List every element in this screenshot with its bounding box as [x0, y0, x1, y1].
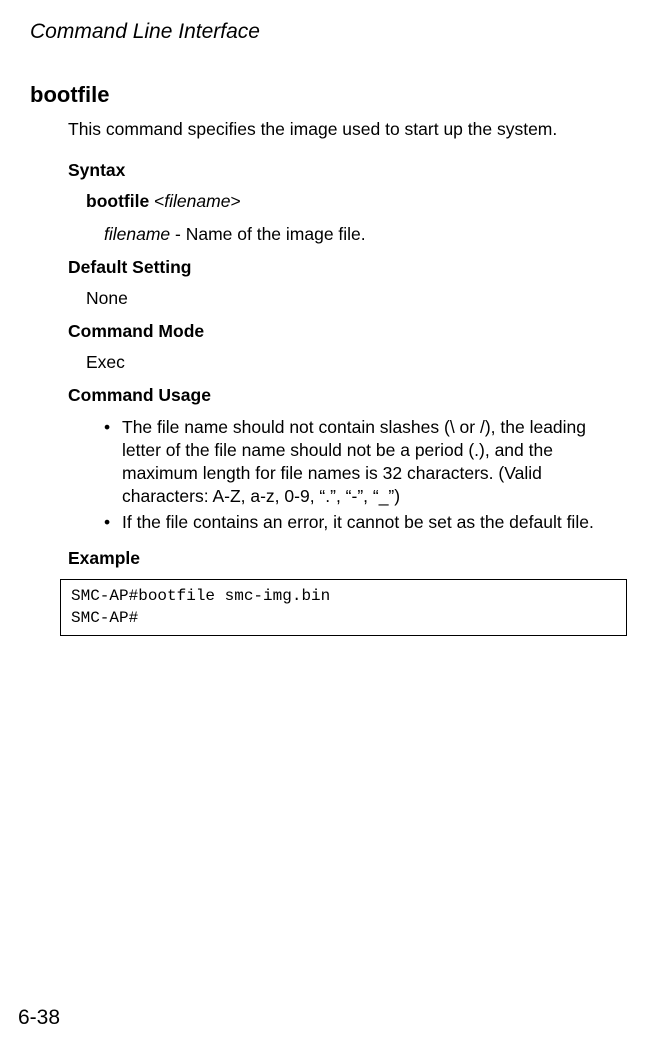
syntax-command: bootfile — [86, 191, 149, 211]
example-heading: Example — [68, 548, 627, 569]
page-header: Command Line Interface — [30, 20, 627, 44]
syntax-explain-text: - Name of the image file. — [170, 224, 366, 244]
syntax-param: filename — [164, 191, 230, 211]
default-setting-value: None — [86, 288, 627, 309]
command-description: This command specifies the image used to… — [68, 118, 627, 142]
example-code-block: SMC-AP#bootfile smc-img.bin SMC-AP# — [60, 579, 627, 636]
command-mode-heading: Command Mode — [68, 321, 627, 342]
syntax-close-bracket: > — [230, 191, 240, 211]
command-name-heading: bootfile — [30, 82, 627, 108]
command-usage-heading: Command Usage — [68, 385, 627, 406]
command-usage-list: The file name should not contain slashes… — [104, 416, 627, 534]
default-setting-heading: Default Setting — [68, 257, 627, 278]
list-item: If the file contains an error, it cannot… — [104, 511, 627, 534]
page-number: 6-38 — [18, 1006, 60, 1030]
syntax-heading: Syntax — [68, 160, 627, 181]
list-item: The file name should not contain slashes… — [104, 416, 627, 509]
syntax-explain-param: filename — [104, 224, 170, 244]
syntax-open-bracket: < — [154, 191, 164, 211]
command-mode-value: Exec — [86, 352, 627, 373]
syntax-line: bootfile <filename> — [86, 191, 627, 212]
syntax-explanation: filename - Name of the image file. — [104, 224, 627, 245]
